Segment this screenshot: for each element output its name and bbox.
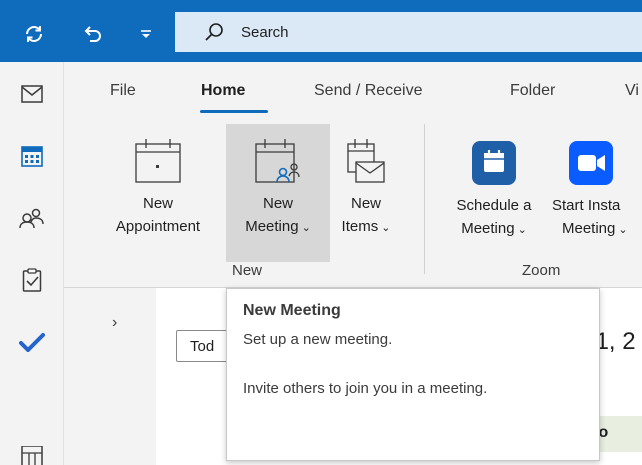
folder-pane: › xyxy=(64,288,156,465)
group-label-new: New xyxy=(232,262,263,279)
tasks-icon[interactable] xyxy=(16,264,48,296)
start-instant-meeting-label-2: Meeting ⌄ xyxy=(562,220,628,237)
todo-check-icon[interactable] xyxy=(16,326,48,358)
active-tab-indicator xyxy=(200,110,268,113)
search-icon xyxy=(203,21,225,43)
new-items-button[interactable]: New Items ⌄ xyxy=(334,128,398,262)
group-separator xyxy=(424,124,425,274)
start-instant-meeting-label-1: Start Insta xyxy=(552,197,621,214)
tab-send-receive[interactable]: Send / Receive xyxy=(314,82,423,100)
tab-view[interactable]: Vi xyxy=(625,82,639,100)
nav-rail xyxy=(0,62,64,465)
zoom-schedule-icon xyxy=(471,128,517,186)
sync-icon[interactable] xyxy=(20,20,48,48)
start-instant-meeting-button[interactable]: Start Insta Meeting ⌄ xyxy=(552,128,642,262)
new-meeting-label-2: Meeting ⌄ xyxy=(245,218,311,235)
appointment-icon xyxy=(133,128,183,186)
zoom-video-icon xyxy=(552,128,642,186)
tab-folder[interactable]: Folder xyxy=(510,82,555,100)
schedule-meeting-button[interactable]: Schedule a Meeting ⌄ xyxy=(442,128,546,262)
chevron-right-icon[interactable]: › xyxy=(112,314,117,332)
new-meeting-button[interactable]: New Meeting ⌄ xyxy=(226,124,330,262)
chevron-down-icon: ⌄ xyxy=(381,222,391,234)
new-appointment-label-1: New xyxy=(142,195,173,212)
chevron-down-icon: ⌄ xyxy=(517,224,527,236)
meeting-icon xyxy=(253,124,303,186)
new-meeting-tooltip: New Meeting Set up a new meeting. Invite… xyxy=(226,288,600,461)
undo-icon[interactable] xyxy=(78,20,106,48)
schedule-meeting-label-1: Schedule a xyxy=(456,197,532,214)
new-meeting-label-1: New xyxy=(262,195,293,212)
tooltip-detail: Invite others to join you in a meeting. xyxy=(243,380,488,397)
new-appointment-label-2: Appointment xyxy=(115,218,201,235)
new-items-icon xyxy=(344,128,388,186)
search-placeholder: Search xyxy=(241,23,289,41)
ribbon: File Home Send / Receive Folder Vi New A… xyxy=(64,62,642,292)
apps-icon[interactable] xyxy=(16,446,48,465)
group-label-zoom: Zoom xyxy=(522,262,561,279)
ribbon-tabs: File Home Send / Receive Folder Vi xyxy=(64,62,642,120)
schedule-meeting-label-2: Meeting ⌄ xyxy=(461,220,527,237)
mail-icon[interactable] xyxy=(16,78,48,110)
tab-home[interactable]: Home xyxy=(201,82,245,100)
tooltip-description: Set up a new meeting. xyxy=(243,331,393,348)
chevron-down-icon: ⌄ xyxy=(301,222,311,234)
calendar-icon[interactable] xyxy=(16,140,48,172)
new-appointment-button[interactable]: New Appointment xyxy=(96,128,220,262)
tab-file[interactable]: File xyxy=(110,82,136,100)
search-input[interactable]: Search xyxy=(175,12,642,52)
people-icon[interactable] xyxy=(16,202,48,234)
title-bar: Search xyxy=(0,0,642,62)
new-items-label-1: New xyxy=(350,195,381,212)
chevron-down-icon: ⌄ xyxy=(618,224,628,236)
tooltip-title: New Meeting xyxy=(243,302,341,319)
new-items-label-2: Items ⌄ xyxy=(341,218,391,235)
customize-quick-access-icon[interactable] xyxy=(132,20,160,48)
